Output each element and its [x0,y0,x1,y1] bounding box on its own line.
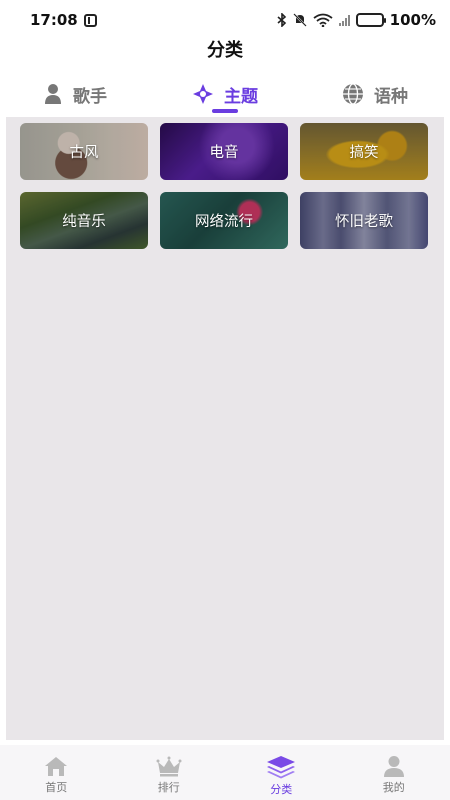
battery-icon [355,13,386,27]
category-card-instrumental[interactable]: 纯音乐 [20,192,148,249]
category-card-edm[interactable]: 电音 [160,123,288,180]
tab-label: 语种 [374,86,408,107]
category-label: 网络流行 [195,214,253,230]
person-icon [45,84,61,104]
bluetooth-icon [277,13,286,27]
nav-label: 分类 [270,783,293,796]
battery-percent: 100% [389,11,436,29]
tab-label: 歌手 [73,86,107,107]
status-bar: 17:08 100% [0,0,450,40]
user-icon [383,756,404,777]
home-icon [45,757,68,776]
layers-icon [267,756,296,779]
category-label: 怀旧老歌 [335,214,393,230]
globe-icon [343,83,363,105]
nav-mine[interactable]: 我的 [338,745,450,800]
tab-language[interactable]: 语种 [300,74,450,114]
nfc-icon [83,13,97,27]
tab-label: 主题 [224,86,258,107]
nav-category[interactable]: 分类 [225,745,338,800]
category-grid: 古风 电音 搞笑 纯音乐 网络流行 怀旧老歌 [20,123,428,249]
category-card-oldies[interactable]: 怀旧老歌 [300,192,428,249]
bell-muted-icon [292,13,307,27]
wifi-icon [313,13,333,27]
status-time: 17:08 [30,11,78,29]
nav-label: 我的 [382,781,405,794]
nav-label: 排行 [157,781,180,794]
category-panel: 古风 电音 搞笑 纯音乐 网络流行 怀旧老歌 [6,117,444,740]
nav-ranking[interactable]: 排行 [113,745,226,800]
nav-label: 首页 [45,781,68,794]
category-label: 搞笑 [349,145,379,161]
nav-home[interactable]: 首页 [0,745,113,800]
category-card-funny[interactable]: 搞笑 [300,123,428,180]
category-card-ancient[interactable]: 古风 [20,123,148,180]
category-card-internet-pop[interactable]: 网络流行 [160,192,288,249]
bottom-nav: 首页 排行 分类 我的 [0,745,450,800]
crown-icon [156,756,182,777]
category-label: 古风 [69,145,99,161]
category-tabs: 歌手 主题 语种 [0,74,450,114]
category-label: 电音 [209,145,239,161]
page-title: 分类 [207,40,243,61]
tab-singer[interactable]: 歌手 [0,74,150,114]
signal-icon [338,14,350,26]
category-label: 纯音乐 [62,214,106,230]
tab-theme[interactable]: 主题 [150,74,300,114]
compass-icon [193,84,213,104]
